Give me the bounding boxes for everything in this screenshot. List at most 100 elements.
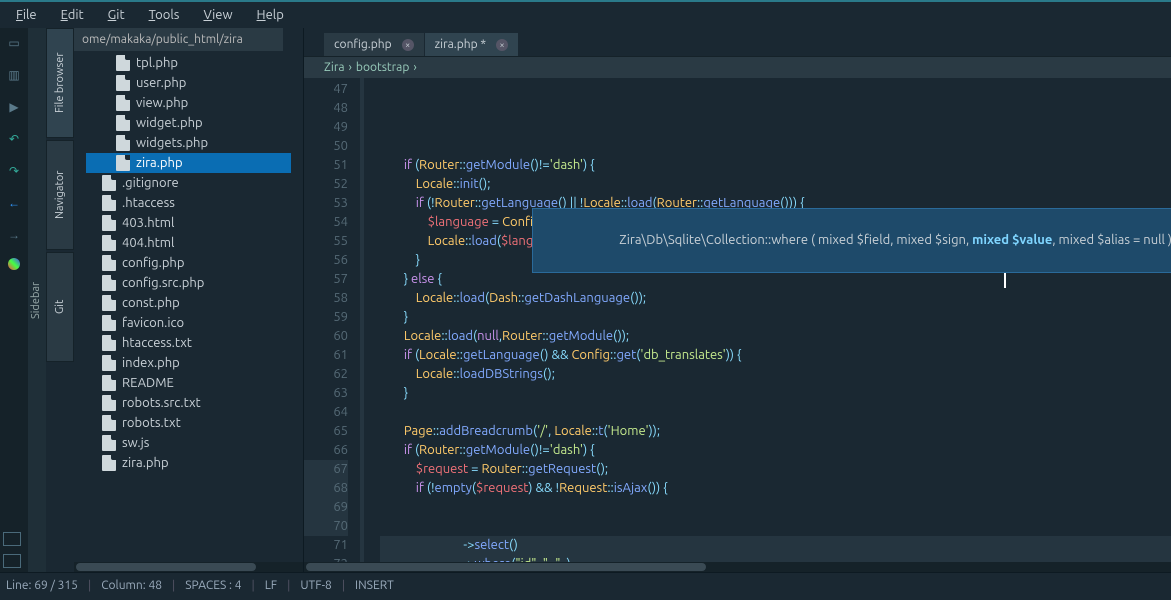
menubar: FileEditGitToolsViewHelp [0, 0, 1171, 28]
tooltip-prefix: Zira\Db\Sqlite\Collection::where ( mixed… [619, 233, 972, 247]
tree-item[interactable]: 404.html [74, 233, 303, 253]
back-icon[interactable]: ← [5, 194, 23, 212]
code-content[interactable]: Zira\Db\Sqlite\Collection::where ( mixed… [364, 78, 1171, 562]
menu-tools[interactable]: Tools [137, 4, 192, 26]
tree-scrollbar[interactable] [74, 562, 303, 572]
status-mode[interactable]: INSERT [355, 579, 394, 592]
editor-tab[interactable]: config.php× [324, 33, 424, 56]
tree-item[interactable]: .gitignore [74, 173, 303, 193]
tree-item[interactable]: sw.js [74, 433, 303, 453]
tree-item[interactable]: config.src.php [74, 273, 303, 293]
file-icon [116, 115, 130, 131]
editor-area: config.php×zira.php *× Zira › bootstrap … [304, 28, 1171, 572]
file-name: tpl.php [136, 56, 178, 70]
file-name: .htaccess [122, 196, 175, 210]
tree-item[interactable]: user.php [74, 73, 303, 93]
tree-item[interactable]: tpl.php [74, 53, 303, 73]
file-icon [102, 275, 116, 291]
menu-help[interactable]: Help [245, 4, 296, 26]
tree-item[interactable]: 403.html [74, 213, 303, 233]
file-icon [102, 435, 116, 451]
tree-item[interactable]: config.php [74, 253, 303, 273]
file-name: robots.txt [122, 416, 181, 430]
tree-item[interactable]: zira.php [86, 153, 291, 173]
activity-bar: ▭ ▥ ▶ ↶ ↷ ← → [0, 28, 28, 572]
status-enc[interactable]: UTF-8 [300, 579, 331, 592]
file-icon [102, 255, 116, 271]
breadcrumb[interactable]: Zira › bootstrap › [304, 56, 1171, 78]
run-icon[interactable]: ▶ [5, 98, 23, 116]
editor-tabs: config.php×zira.php *× [304, 28, 1171, 56]
tree-item[interactable]: .htaccess [74, 193, 303, 213]
menu-edit[interactable]: Edit [49, 4, 96, 26]
new-file-icon[interactable]: ▭ [5, 34, 23, 52]
redo-icon[interactable]: ↷ [5, 162, 23, 180]
file-name: favicon.ico [122, 316, 184, 330]
file-icon [102, 455, 116, 471]
statusbar: Line: 69 / 315| Column: 48| SPACES : 4| … [0, 572, 1171, 598]
file-tree[interactable]: tpl.php user.php view.php widget.php widgets… [74, 51, 303, 562]
file-icon [102, 235, 116, 251]
bottom-left-icons [3, 532, 21, 568]
file-icon [102, 295, 116, 311]
panel-toggle-2-icon[interactable] [3, 554, 21, 568]
file-name: htaccess.txt [122, 336, 192, 350]
file-icon [102, 375, 116, 391]
tree-item[interactable]: widgets.php [74, 133, 303, 153]
tree-item[interactable]: README [74, 373, 303, 393]
signature-tooltip: Zira\Db\Sqlite\Collection::where ( mixed… [532, 208, 1171, 273]
panel-tab-filebrowser[interactable]: File browser [46, 28, 74, 138]
tree-item[interactable]: htaccess.txt [74, 333, 303, 353]
tree-item[interactable]: index.php [74, 353, 303, 373]
tree-item[interactable]: robots.src.txt [74, 393, 303, 413]
panel-tab-git[interactable]: Git [46, 252, 74, 362]
undo-icon[interactable]: ↶ [5, 130, 23, 148]
line-gutter: 4748495051525354555657585960616263646566… [304, 78, 364, 562]
status-col[interactable]: Column: 48 [101, 579, 162, 592]
menu-git[interactable]: Git [96, 4, 137, 26]
file-icon [116, 95, 130, 111]
tree-item[interactable]: favicon.ico [74, 313, 303, 333]
forward-icon[interactable]: → [5, 226, 23, 244]
file-name: config.src.php [122, 276, 204, 290]
close-icon[interactable]: × [402, 39, 414, 51]
tree-item[interactable]: robots.txt [74, 413, 303, 433]
file-icon [102, 415, 116, 431]
close-icon[interactable]: × [496, 39, 508, 51]
file-icon [102, 315, 116, 331]
menu-view[interactable]: View [191, 4, 244, 26]
path-bar[interactable]: ome/makaka/public_html/zira [74, 28, 303, 51]
crumb-1[interactable]: bootstrap [356, 61, 409, 74]
panel-tab-navigator[interactable]: Navigator [46, 140, 74, 250]
open-icon[interactable]: ▥ [5, 66, 23, 84]
file-name: sw.js [122, 436, 149, 450]
tree-item[interactable]: zira.php [74, 453, 303, 473]
file-icon [102, 355, 116, 371]
code-editor[interactable]: 4748495051525354555657585960616263646566… [304, 78, 1171, 562]
status-lf[interactable]: LF [265, 579, 277, 592]
tree-item[interactable]: widget.php [74, 113, 303, 133]
status-spaces[interactable]: SPACES : 4 [185, 579, 241, 592]
file-browser: ome/makaka/public_html/zira tpl.php user.… [74, 28, 304, 572]
file-icon [116, 55, 130, 71]
file-name: view.php [136, 96, 188, 110]
crumb-0[interactable]: Zira [324, 61, 345, 74]
status-line[interactable]: Line: 69 / 315 [6, 579, 78, 592]
tree-item[interactable]: view.php [74, 93, 303, 113]
file-name: user.php [136, 76, 186, 90]
file-name: zira.php [122, 456, 169, 470]
file-icon [116, 75, 130, 91]
editor-tab[interactable]: zira.php *× [425, 33, 518, 56]
panel-toggle-1-icon[interactable] [3, 532, 21, 546]
menu-file[interactable]: File [4, 4, 49, 26]
color-icon[interactable] [8, 258, 20, 270]
file-name: widget.php [136, 116, 203, 130]
file-name: README [122, 376, 174, 390]
file-name: index.php [122, 356, 180, 370]
file-icon [102, 175, 116, 191]
editor-scrollbar[interactable] [304, 562, 1171, 572]
file-name: robots.src.txt [122, 396, 201, 410]
tree-item[interactable]: const.php [74, 293, 303, 313]
file-icon [102, 195, 116, 211]
file-name: widgets.php [136, 136, 208, 150]
